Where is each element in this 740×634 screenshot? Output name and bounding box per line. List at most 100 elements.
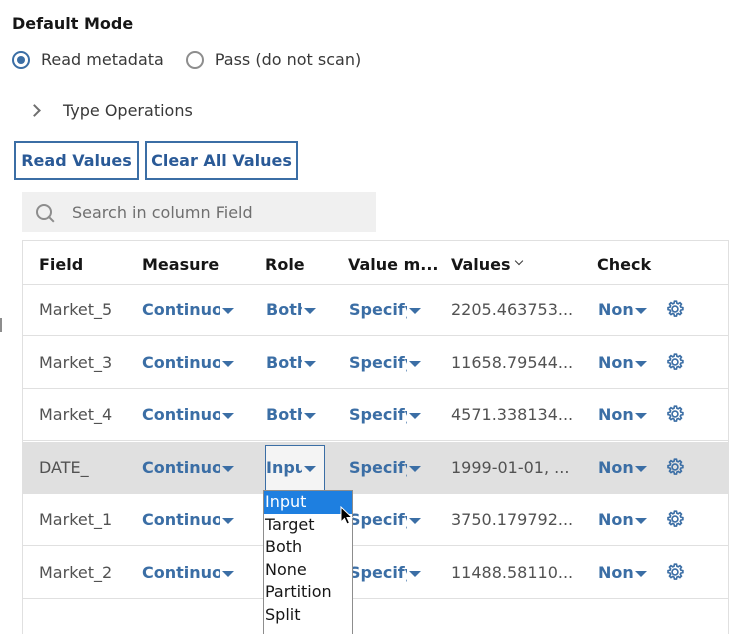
role-dropdown[interactable]: Input [266,458,316,477]
caret-down-icon [409,518,421,524]
caret-down-icon [222,360,234,367]
field-name: Market_2 [39,562,113,582]
table-row[interactable]: Market_4 Continuous Both Specify 4571.338134… [23,389,729,441]
gear-icon[interactable] [664,298,686,320]
field-name: Market_4 [39,405,113,424]
measure-value: Continuous [142,562,220,582]
type-operations-label: Type Operations [63,101,193,120]
value-mode-value: Specify [349,300,407,319]
values-cell: 11488.58110... [451,562,574,582]
caret-down-icon [409,413,421,419]
field-name: Market_1 [39,510,113,529]
measure-dropdown[interactable]: Continuous [142,458,234,477]
caret-down-icon [222,570,234,577]
value-mode-dropdown[interactable]: Specify [349,405,421,424]
check-value: None [598,405,633,424]
gear-icon[interactable] [664,351,686,373]
role-dropdown[interactable]: Both [266,300,316,319]
column-header-role[interactable]: Role [265,255,305,274]
measure-dropdown[interactable]: Continuous [142,353,234,372]
values-cell: 2205.463753... [451,300,574,319]
mode-radio-group: Read metadata Pass (do not scan) [12,50,383,69]
table-row[interactable]: Market_3 Continuous Both Specify 11658.79544… [23,337,729,389]
caret-down-icon [635,308,647,314]
value-mode-dropdown[interactable]: Specify [349,353,421,372]
measure-dropdown[interactable]: Continuous [142,563,234,582]
search-input[interactable]: Search in column Field [22,192,376,232]
check-dropdown[interactable]: None [598,405,647,424]
table-row[interactable]: Market_2ContinuousBothSpecify11488.58110… [23,547,729,599]
read-metadata-label[interactable]: Read metadata [41,50,164,69]
section-title: Default Mode [12,14,134,33]
table-row[interactable]: DATE_ Continuous Input Specify 1999-01-01, .… [23,441,729,494]
check-value: None [598,352,633,372]
gear-icon[interactable] [664,456,686,478]
role-value: Both [266,405,302,424]
clear-all-values-button[interactable]: Clear All Values [145,141,298,180]
role-option-both[interactable]: Both [264,536,352,559]
measure-dropdown[interactable]: Continuous [142,510,234,529]
check-value: None [598,300,633,319]
value-mode-dropdown[interactable]: Specify [349,300,421,319]
check-value: None [598,510,633,529]
read-metadata-radio[interactable] [12,50,30,69]
measure-value: Continuous [142,405,220,424]
role-dropdown[interactable]: Both [266,405,316,424]
value-mode-value: Specify [349,562,407,582]
fields-table: Field Measure Role Value m... Values Che… [22,240,729,634]
value-mode-value: Specify [349,352,407,372]
chevron-right-icon [28,104,41,117]
caret-down-icon [635,570,647,577]
caret-down-icon [304,465,316,472]
table-row[interactable]: Market_5 Continuous Both Specify 2205.463753… [23,284,729,336]
role-option-split[interactable]: Split [264,604,352,627]
check-dropdown[interactable]: None [598,300,647,319]
caret-down-icon [409,570,421,577]
caret-down-icon [409,465,421,472]
role-option-input[interactable]: Input [264,491,352,514]
column-header-values[interactable]: Values [451,255,523,274]
pass-radio[interactable] [185,50,204,69]
gear-icon[interactable] [664,403,686,425]
measure-value: Continuous [142,300,220,319]
value-mode-dropdown[interactable]: Specify [349,458,421,477]
check-dropdown[interactable]: None [598,353,647,372]
search-icon [36,204,52,220]
role-option-partition[interactable]: Partition [264,581,352,604]
value-mode-dropdown[interactable]: Specify [349,510,421,529]
measure-value: Continuous [142,457,220,477]
caret-down-icon [635,465,647,472]
gear-icon[interactable] [664,508,686,530]
role-dropdown[interactable]: Both [266,353,316,372]
check-dropdown[interactable]: None [598,563,647,582]
column-header-check[interactable]: Check [597,255,651,274]
table-row[interactable]: Market_1ContinuousBothSpecify3750.179792… [23,494,729,546]
check-dropdown[interactable]: None [598,510,647,529]
gear-icon[interactable] [664,561,686,583]
caret-down-icon [222,465,234,472]
column-header-value-mode[interactable]: Value m... [348,255,439,274]
column-header-measure[interactable]: Measure [142,255,219,274]
resize-handle[interactable] [0,318,2,332]
caret-down-icon [635,413,647,419]
role-value: Input [266,457,302,477]
caret-down-icon [635,360,647,367]
role-option-none[interactable]: None [264,559,352,582]
read-values-button[interactable]: Read Values [14,141,139,180]
role-value: Both [266,352,302,372]
sort-chevron-down-icon[interactable] [514,256,523,266]
pass-label[interactable]: Pass (do not scan) [215,50,361,69]
measure-dropdown[interactable]: Continuous [142,300,234,319]
check-dropdown[interactable]: None [598,458,647,477]
caret-down-icon [222,518,234,524]
values-cell: 4571.338134... [451,405,574,424]
table-header: Field Measure Role Value m... Values Che… [23,241,729,285]
measure-dropdown[interactable]: Continuous [142,405,234,424]
value-mode-dropdown[interactable]: Specify [349,563,421,582]
values-cell: 1999-01-01, ... [451,457,570,477]
role-option-target[interactable]: Target [264,514,352,537]
type-operations-toggle[interactable]: Type Operations [28,101,193,120]
column-header-field[interactable]: Field [39,255,83,274]
field-name: Market_5 [39,300,113,319]
caret-down-icon [222,413,234,419]
